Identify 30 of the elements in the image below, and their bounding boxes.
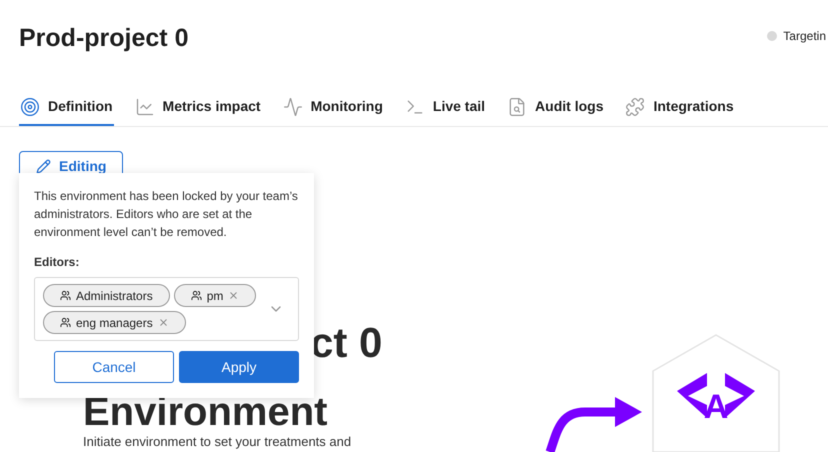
apply-button[interactable]: Apply bbox=[179, 351, 299, 383]
target-icon bbox=[20, 96, 40, 116]
group-icon bbox=[60, 290, 71, 301]
editors-label: Editors: bbox=[34, 254, 80, 271]
code-logo-icon: A bbox=[651, 334, 781, 452]
editor-tag[interactable]: Administrators bbox=[43, 284, 170, 307]
description-text: Initiate environment to set your treatments and bbox=[83, 434, 352, 448]
puzzle-icon bbox=[625, 96, 646, 116]
log-icon bbox=[507, 96, 528, 116]
tab[interactable]: Audit logs bbox=[506, 90, 604, 126]
editor-tag[interactable]: pm bbox=[174, 284, 256, 307]
chart-icon bbox=[134, 96, 155, 116]
remove-icon[interactable] bbox=[158, 317, 169, 328]
cancel-button[interactable]: Cancel bbox=[54, 351, 174, 383]
tab[interactable]: Integrations bbox=[624, 90, 735, 126]
page-title: Prod-project 0 bbox=[19, 23, 188, 54]
group-icon bbox=[190, 290, 202, 301]
pencil-icon bbox=[36, 159, 51, 174]
remove-icon[interactable] bbox=[228, 290, 240, 301]
tab[interactable]: Live tail bbox=[404, 90, 486, 126]
tab[interactable]: Monitoring bbox=[282, 90, 384, 126]
tab[interactable]: Metrics impact bbox=[134, 90, 262, 126]
editors-select[interactable]: Administrators pm eng managers bbox=[34, 277, 299, 341]
group-icon bbox=[60, 317, 71, 328]
tab[interactable]: Definition bbox=[19, 90, 114, 126]
status-label: Targetin bbox=[783, 28, 826, 45]
editor-tag[interactable]: eng managers bbox=[43, 311, 186, 334]
pulse-icon bbox=[282, 96, 303, 116]
heading-text: Environment bbox=[83, 392, 328, 430]
lock-message: This environment has been locked by your team’s administrators. Editors who are set at the environment level can’t be removed. bbox=[34, 188, 299, 241]
